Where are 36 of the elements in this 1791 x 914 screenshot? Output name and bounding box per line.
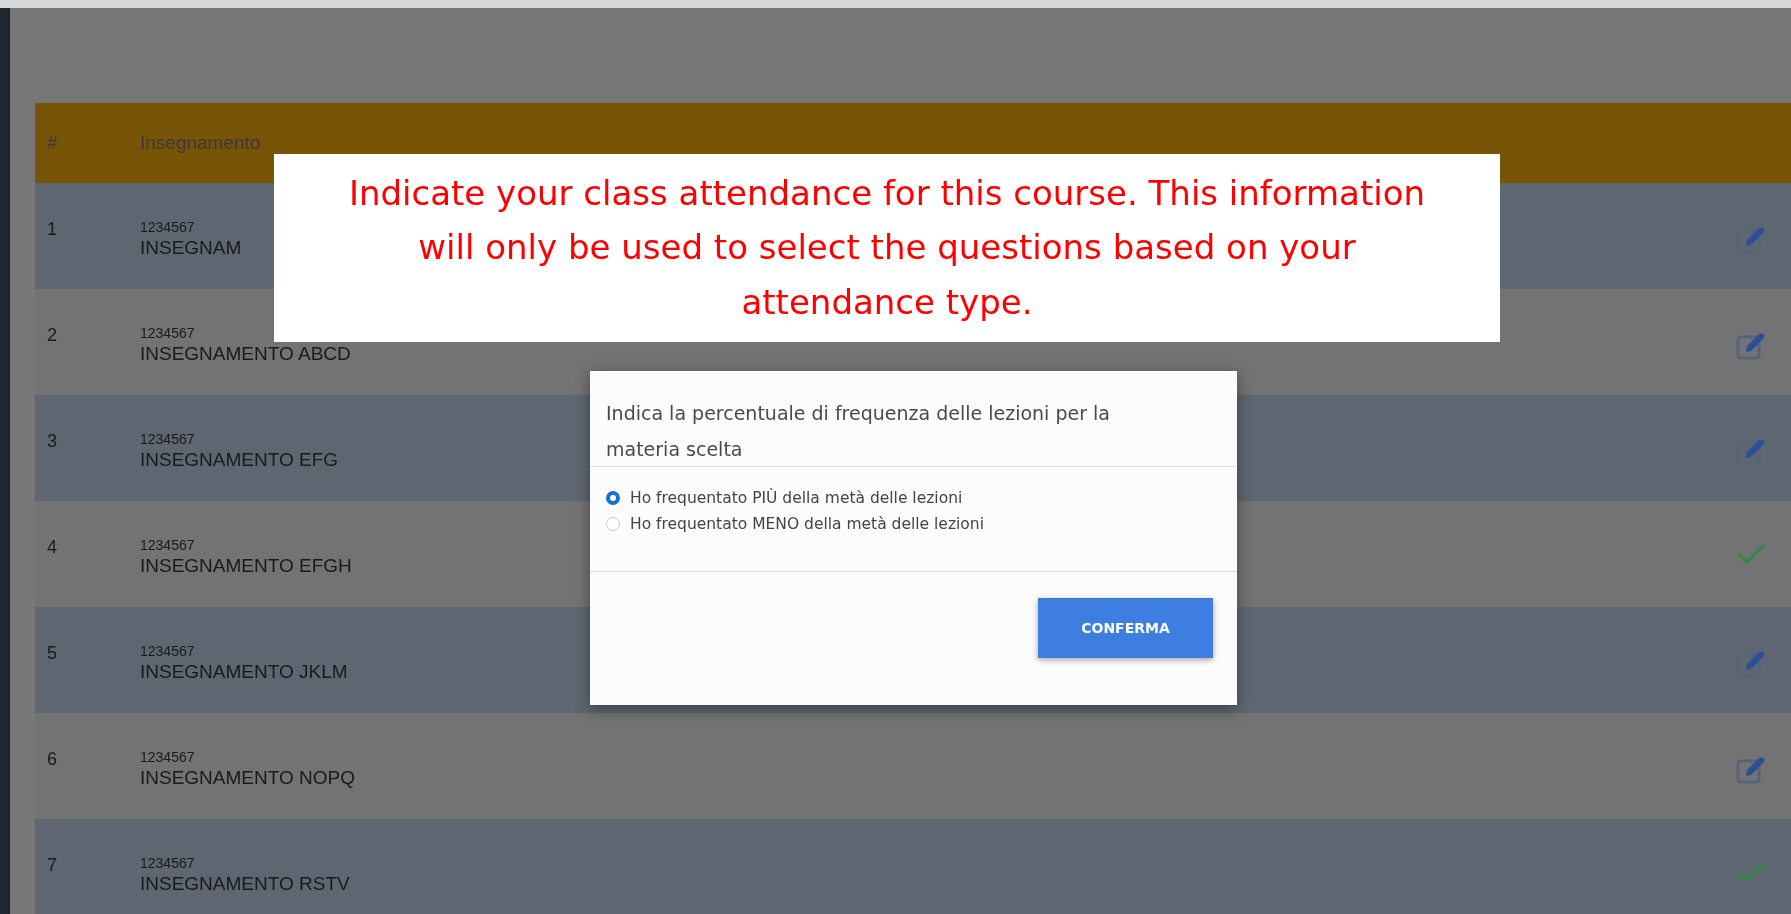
edit-icon[interactable]	[1736, 755, 1766, 785]
row-number: 1	[47, 219, 57, 239]
course-name: INSEGNAM	[140, 237, 242, 259]
course-code: 1234567	[140, 855, 195, 871]
course-code: 1234567	[140, 431, 195, 447]
row-number: 6	[47, 749, 57, 769]
edit-icon[interactable]	[1736, 649, 1766, 679]
annotation-note: Indicate your class attendance for this course. This information will only be used to select the questions based on your attendance type.	[274, 154, 1500, 342]
course-name: INSEGNAMENTO NOPQ	[140, 767, 355, 789]
course-code: 1234567	[140, 749, 195, 765]
radio-option[interactable]: Ho frequentato PIÙ della metà delle lezioni	[606, 489, 1221, 507]
checkmark-icon	[1736, 543, 1766, 565]
course-name: INSEGNAMENTO JKLM	[140, 661, 348, 683]
course-code: 1234567	[140, 325, 195, 341]
course-code: 1234567	[140, 643, 195, 659]
radio-button[interactable]	[606, 491, 620, 505]
column-header: #	[47, 132, 58, 153]
edit-icon[interactable]	[1736, 437, 1766, 467]
course-code: 1234567	[140, 537, 195, 553]
row-number: 4	[47, 537, 57, 557]
course-name: INSEGNAMENTO EFGH	[140, 555, 352, 577]
row-number: 5	[47, 643, 57, 663]
column-header: Insegnamento	[140, 132, 261, 153]
course-name: INSEGNAMENTO EFG	[140, 449, 339, 471]
edit-icon[interactable]	[1736, 225, 1766, 255]
course-code: 1234567	[140, 219, 195, 235]
edit-icon[interactable]	[1736, 331, 1766, 361]
row-number: 3	[47, 431, 57, 451]
row-number: 2	[47, 325, 57, 345]
dialog-question: Indica la percentuale di frequenza delle lezioni per la materia scelta	[606, 402, 1110, 460]
confirm-button[interactable]: CONFERMA	[1038, 598, 1213, 658]
course-name: INSEGNAMENTO ABCD	[140, 343, 351, 365]
course-name: INSEGNAMENTO RSTV	[140, 873, 350, 895]
row-number: 7	[47, 855, 57, 875]
radio-option[interactable]: Ho frequentato MENO della metà delle lezioni	[606, 515, 1221, 533]
checkmark-icon	[1736, 861, 1766, 883]
